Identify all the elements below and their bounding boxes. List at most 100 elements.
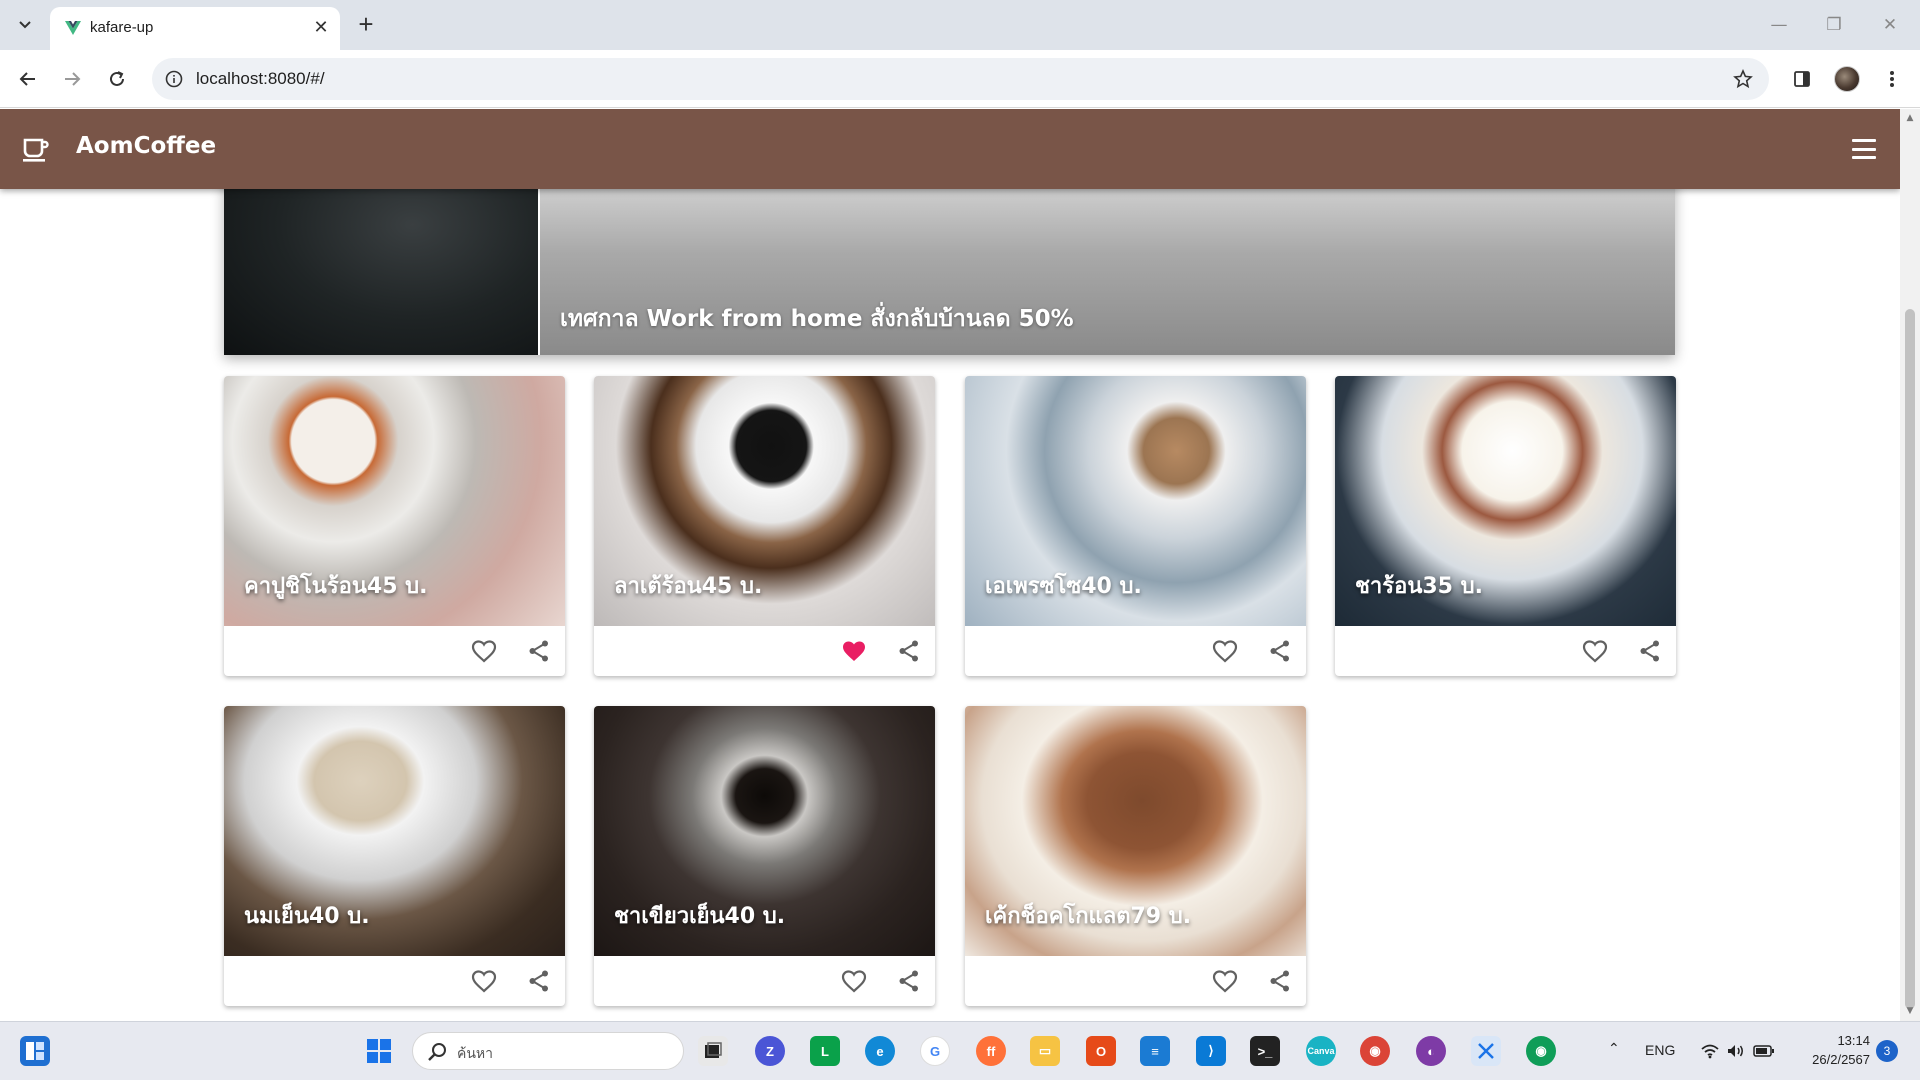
terminal-icon[interactable]: >_ <box>1250 1036 1280 1066</box>
notification-badge[interactable]: 3 <box>1876 1040 1898 1062</box>
hamburger-menu-icon[interactable] <box>1850 135 1878 163</box>
product-card[interactable]: นมเย็น40 บ. <box>224 706 565 1006</box>
vscode-icon[interactable]: ⟩ <box>1196 1036 1226 1066</box>
tab-search-button[interactable] <box>9 9 41 41</box>
product-card[interactable]: ชาร้อน35 บ. <box>1335 376 1676 676</box>
avatar <box>1834 66 1860 92</box>
volume-icon[interactable] <box>1725 1036 1747 1066</box>
card-actions <box>594 626 935 676</box>
product-card[interactable]: ชาเขียวเย็น40 บ. <box>594 706 935 1006</box>
share-icon <box>1270 640 1289 662</box>
back-button[interactable] <box>12 63 44 95</box>
minimize-button[interactable]: — <box>1765 12 1793 38</box>
site-info-icon[interactable] <box>162 67 186 91</box>
forward-button[interactable] <box>56 63 88 95</box>
share-button[interactable] <box>1265 966 1295 996</box>
share-icon <box>899 640 918 662</box>
browser-toolbar: localhost:8080/#/ <box>0 50 1920 108</box>
product-title: เค้กช็อคโกแลต79 บ. <box>985 904 1192 929</box>
tab-close-icon[interactable]: ✕ <box>310 17 332 39</box>
browser-tab-strip: kafare-up ✕ + — ❐ ✕ <box>0 0 1920 50</box>
heart-outline-icon <box>841 970 867 993</box>
product-title: เอเพรซโซ40 บ. <box>985 574 1142 599</box>
side-panel-icon <box>1794 71 1810 87</box>
battery-icon[interactable] <box>1752 1036 1776 1066</box>
side-panel-button[interactable] <box>1786 63 1818 95</box>
product-title: ชาเขียวเย็น40 บ. <box>614 904 786 929</box>
favorite-button[interactable] <box>1210 636 1240 666</box>
github-desktop-icon[interactable]: ◐ <box>1416 1036 1446 1066</box>
scrollbar-thumb[interactable] <box>1905 309 1915 1009</box>
coffee-cup-icon <box>23 138 49 162</box>
task-view-icon[interactable] <box>698 1036 728 1066</box>
canva-icon[interactable]: Canva <box>1306 1036 1336 1066</box>
share-button[interactable] <box>524 966 554 996</box>
scroll-up-icon[interactable]: ▲ <box>1904 112 1916 124</box>
google-icon[interactable]: G <box>920 1036 950 1066</box>
product-title: ชาร้อน35 บ. <box>1355 574 1483 599</box>
firefox-icon[interactable]: ff <box>976 1036 1006 1066</box>
favorite-button[interactable] <box>839 966 869 996</box>
office-icon[interactable]: O <box>1086 1036 1116 1066</box>
line-app-icon[interactable]: L <box>810 1036 840 1066</box>
product-card[interactable]: ลาเต้ร้อน45 บ. <box>594 376 935 676</box>
restore-button[interactable]: ❐ <box>1820 12 1848 38</box>
show-hidden-icons-icon[interactable]: ⌃ <box>1608 1040 1620 1057</box>
chrome-icon[interactable]: ◉ <box>1360 1036 1390 1066</box>
favorite-button[interactable] <box>469 966 499 996</box>
banner-body: เทศกาล Work from home สั่งกลับบ้านลด 50% <box>540 169 1675 355</box>
browser-menu-button[interactable] <box>1876 63 1908 95</box>
scroll-down-icon[interactable]: ▼ <box>1904 1005 1916 1017</box>
windows-start-icon[interactable] <box>364 1036 394 1066</box>
share-icon <box>899 970 918 992</box>
url-text: localhost:8080/#/ <box>196 69 325 88</box>
favorite-button[interactable] <box>839 636 869 666</box>
card-actions <box>594 956 935 1006</box>
card-actions <box>965 956 1306 1006</box>
page-viewport: AomCoffee เทศกาล Work from home สั่งกลับ… <box>0 109 1900 1021</box>
edge-icon[interactable]: e <box>865 1036 895 1066</box>
share-button[interactable] <box>894 966 924 996</box>
promo-banner[interactable]: เทศกาล Work from home สั่งกลับบ้านลด 50% <box>224 169 1675 355</box>
product-card[interactable]: คาปูชิโนร้อน45 บ. <box>224 376 565 676</box>
new-tab-button[interactable]: + <box>352 11 380 39</box>
windows-taskbar: ค้นหา Z L e G ff ▭ O ≡ ⟩ >_ Canva ◉ ◐ ◉ … <box>0 1021 1920 1080</box>
vue-logo-icon <box>65 21 81 35</box>
system-clock[interactable]: 13:14 26/2/2567 <box>1790 1031 1870 1069</box>
favorite-button[interactable] <box>1210 966 1240 996</box>
heart-outline-icon <box>1212 970 1238 993</box>
close-window-button[interactable]: ✕ <box>1876 12 1904 38</box>
share-icon <box>529 640 548 662</box>
arrow-left-icon <box>19 72 35 86</box>
share-button[interactable] <box>524 636 554 666</box>
share-icon <box>529 970 548 992</box>
reload-button[interactable] <box>101 63 133 95</box>
share-icon <box>1640 640 1659 662</box>
page-scrollbar[interactable]: ▲ ▼ <box>1900 109 1920 1021</box>
zoom-icon[interactable]: Z <box>755 1036 785 1066</box>
share-button[interactable] <box>894 636 924 666</box>
chrome-active-icon[interactable]: ◉ <box>1526 1036 1556 1066</box>
profile-button[interactable] <box>1831 63 1863 95</box>
taskbar-search-box[interactable]: ค้นหา <box>412 1032 684 1070</box>
product-card[interactable]: เค้กช็อคโกแลต79 บ. <box>965 706 1306 1006</box>
product-card[interactable]: เอเพรซโซ40 บ. <box>965 376 1306 676</box>
browser-tab[interactable]: kafare-up ✕ <box>50 7 340 50</box>
card-actions <box>224 956 565 1006</box>
file-explorer-icon[interactable]: ▭ <box>1030 1036 1060 1066</box>
chevron-down-icon <box>19 21 31 29</box>
bookmark-star-icon[interactable] <box>1731 67 1755 91</box>
tab-title: kafare-up <box>90 19 154 36</box>
wifi-icon[interactable] <box>1700 1036 1720 1066</box>
heart-outline-icon <box>471 640 497 663</box>
favorite-button[interactable] <box>1580 636 1610 666</box>
notepad-icon[interactable]: ≡ <box>1140 1036 1170 1066</box>
share-button[interactable] <box>1635 636 1665 666</box>
card-actions <box>965 626 1306 676</box>
widgets-icon[interactable] <box>20 1036 50 1066</box>
address-bar[interactable]: localhost:8080/#/ <box>152 58 1769 100</box>
share-button[interactable] <box>1265 636 1295 666</box>
language-indicator[interactable]: ENG <box>1645 1042 1675 1058</box>
favorite-button[interactable] <box>469 636 499 666</box>
snipping-tool-icon[interactable] <box>1471 1036 1501 1066</box>
